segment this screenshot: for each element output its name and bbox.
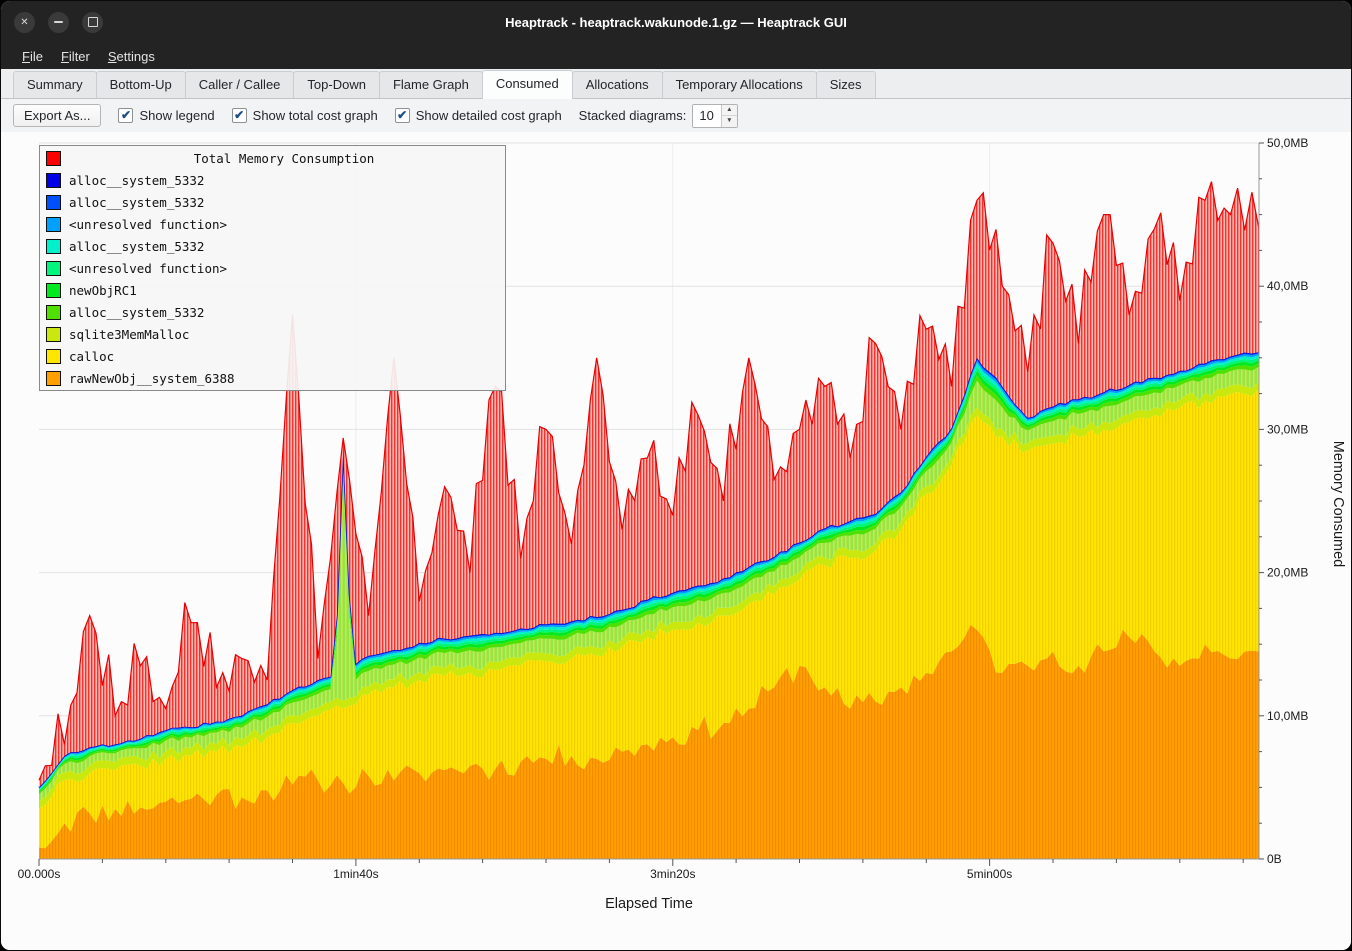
legend-swatch (46, 371, 61, 386)
chart-area: 00.000s 1min40s 3min20s 5min00s 0B 10,0MB 20,0… (1, 132, 1351, 951)
checkbox-box: ✔ (232, 108, 247, 123)
checkbox-show-total-cost-graph[interactable]: ✔ Show total cost graph (232, 108, 378, 123)
legend-entry: alloc__system_5332 (40, 191, 505, 213)
close-button[interactable] (14, 12, 35, 33)
titlebar: Heaptrack - heaptrack.wakunode.1.gz — He… (1, 1, 1351, 43)
heaptrack-window: Heaptrack - heaptrack.wakunode.1.gz — He… (0, 0, 1352, 951)
y-tick-label: 10,0MB (1267, 709, 1308, 723)
legend-entry: calloc (40, 345, 505, 367)
legend-entry: alloc__system_5332 (40, 169, 505, 191)
x-axis-title: Elapsed Time (605, 896, 693, 912)
spinbox-down-icon[interactable]: ▼ (722, 116, 737, 127)
y-axis-title: Memory Consumed (1330, 441, 1346, 568)
checkbox-box: ✔ (118, 108, 133, 123)
legend-swatch (46, 173, 61, 188)
legend-entry-label: alloc__system_5332 (69, 239, 204, 254)
legend-swatch (46, 217, 61, 232)
menu-file[interactable]: File (13, 46, 52, 67)
menubar: FileFilterSettings (1, 43, 1351, 69)
tab-caller-callee[interactable]: Caller / Callee (185, 71, 295, 98)
legend-entry: rawNewObj__system_6388 (40, 367, 505, 389)
legend-entry: alloc__system_5332 (40, 235, 505, 257)
toolbar-checkboxes: ✔ Show legend ✔ Show total cost graph ✔ Show … (118, 108, 561, 123)
minimize-button[interactable] (48, 12, 69, 33)
menu-settings[interactable]: Settings (99, 46, 164, 67)
toolbar: Export As... ✔ Show legend ✔ Show total cos… (1, 99, 1351, 132)
export-as-button[interactable]: Export As... (13, 104, 101, 127)
checkbox-show-legend[interactable]: ✔ Show legend (118, 108, 214, 123)
close-icon (20, 17, 28, 28)
legend-swatch (46, 327, 61, 342)
legend-entry: <unresolved function> (40, 213, 505, 235)
legend-entries: alloc__system_5332 alloc__system_5332 <unr… (40, 169, 505, 389)
window-title: Heaptrack - heaptrack.wakunode.1.gz — He… (121, 15, 1231, 30)
spinbox-up-icon[interactable]: ▲ (722, 105, 737, 117)
legend-entry-label: sqlite3MemMalloc (69, 327, 189, 342)
legend-entry-label: newObjRC1 (69, 283, 137, 298)
checkbox-label: Show total cost graph (253, 108, 378, 123)
y-tick-label: 50,0MB (1267, 136, 1308, 150)
x-tick-label: 5min00s (967, 867, 1012, 881)
tab-temporary-allocations[interactable]: Temporary Allocations (662, 71, 817, 98)
x-tick-label: 1min40s (333, 867, 378, 881)
tab-sizes[interactable]: Sizes (816, 71, 876, 98)
legend-entry-label: calloc (69, 349, 114, 364)
checkbox-label: Show detailed cost graph (416, 108, 562, 123)
checkbox-show-detailed-cost-graph[interactable]: ✔ Show detailed cost graph (395, 108, 562, 123)
tab-top-down[interactable]: Top-Down (293, 71, 380, 98)
y-tick-label: 40,0MB (1267, 279, 1308, 293)
chart-legend: Total Memory Consumption alloc__system_5… (39, 145, 506, 391)
y-tick-label: 0B (1267, 852, 1282, 866)
tab-summary[interactable]: Summary (13, 71, 97, 98)
maximize-icon (88, 17, 98, 27)
y-tick-label: 20,0MB (1267, 566, 1308, 580)
legend-entry-label: alloc__system_5332 (69, 305, 204, 320)
x-tick-label: 3min20s (650, 867, 695, 881)
legend-entry-label: alloc__system_5332 (69, 195, 204, 210)
legend-swatch (46, 261, 61, 276)
legend-entry: alloc__system_5332 (40, 301, 505, 323)
legend-entry-label: <unresolved function> (69, 261, 227, 276)
legend-swatch (46, 239, 61, 254)
minimize-icon (54, 21, 63, 23)
tab-flame-graph[interactable]: Flame Graph (379, 71, 483, 98)
check-icon: ✔ (234, 109, 244, 121)
legend-swatch (46, 349, 61, 364)
spinbox-value: 10 (693, 105, 720, 127)
legend-swatch (46, 305, 61, 320)
tab-consumed[interactable]: Consumed (482, 70, 573, 99)
tab-allocations[interactable]: Allocations (572, 71, 663, 98)
x-tick-label: 00.000s (18, 867, 61, 881)
legend-title: Total Memory Consumption (69, 151, 499, 166)
y-tick-label: 30,0MB (1267, 422, 1308, 436)
legend-entry: sqlite3MemMalloc (40, 323, 505, 345)
menu-filter[interactable]: Filter (52, 46, 99, 67)
checkbox-label: Show legend (139, 108, 214, 123)
stacked-diagrams-spinbox[interactable]: 10 ▲▼ (692, 104, 737, 128)
legend-entry: <unresolved function> (40, 257, 505, 279)
legend-entry-label: <unresolved function> (69, 217, 227, 232)
legend-title-row: Total Memory Consumption (40, 147, 505, 169)
legend-swatch (46, 195, 61, 210)
legend-total-swatch (46, 151, 61, 166)
stacked-diagrams-label: Stacked diagrams: (579, 108, 687, 123)
check-icon: ✔ (397, 109, 407, 121)
tabbar: SummaryBottom-UpCaller / CalleeTop-DownF… (1, 69, 1351, 99)
titlebar-controls (1, 12, 103, 33)
checkbox-box: ✔ (395, 108, 410, 123)
legend-entry-label: alloc__system_5332 (69, 173, 204, 188)
legend-swatch (46, 283, 61, 298)
check-icon: ✔ (121, 109, 131, 121)
spinbox-buttons: ▲▼ (721, 105, 737, 127)
legend-entry-label: rawNewObj__system_6388 (69, 371, 235, 386)
maximize-button[interactable] (82, 12, 103, 33)
tab-bottom-up[interactable]: Bottom-Up (96, 71, 186, 98)
legend-entry: newObjRC1 (40, 279, 505, 301)
